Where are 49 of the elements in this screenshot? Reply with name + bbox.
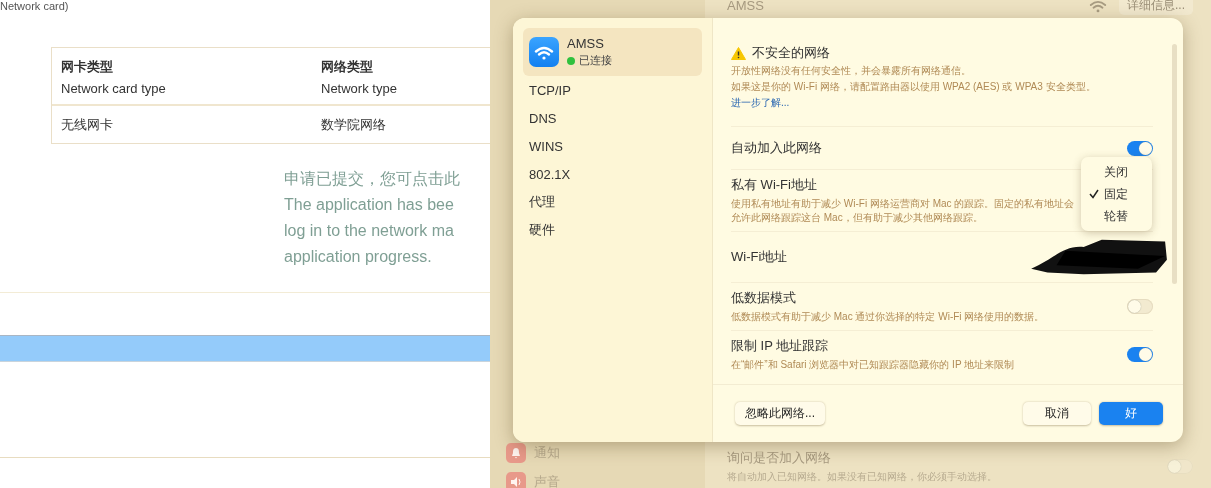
sidebar-tab[interactable]: 硬件 (523, 216, 702, 244)
wifi-icon (1089, 0, 1107, 13)
table-cell-text: 无线网卡 (61, 116, 114, 134)
network-name: AMSS (567, 36, 605, 51)
status-text: 已连接 (579, 53, 612, 68)
warning-text: 如果这是你的 Wi-Fi 网络，请配置路由器以使用 WPA2 (AES) 或 WPA3 安全类型。 (731, 80, 1096, 94)
sidebar-tab[interactable]: TCP/IP (523, 76, 702, 104)
cancel-button[interactable]: 取消 (1023, 402, 1091, 426)
toggle-switch[interactable] (1127, 140, 1153, 156)
network-item[interactable]: AMSS 已连接 (523, 28, 702, 76)
ignore-network-button[interactable]: 忽略此网络... (735, 402, 825, 426)
menu-option[interactable]: 轮替 (1081, 205, 1152, 227)
sidebar-tab[interactable]: DNS (523, 104, 702, 132)
toggle-switch[interactable] (1127, 299, 1153, 314)
sidebar-tab[interactable]: 代理 (523, 188, 702, 216)
toggle-switch[interactable] (1167, 459, 1193, 474)
message-line: application progress. (284, 247, 433, 267)
column-header: 网卡类型 (61, 58, 114, 76)
setting-title: Wi-Fi地址 (731, 248, 788, 266)
setting-description: 在“邮件”和 Safari 浏览器中对已知跟踪器隐藏你的 IP 地址来限制 (731, 358, 1015, 372)
message-line: log in to the network ma (284, 221, 455, 241)
column-header: Network type (321, 81, 398, 96)
sidebar-tab[interactable]: WINS (523, 132, 702, 160)
column-header: 网络类型 (321, 58, 374, 76)
setting-title: 限制 IP 地址跟踪 (731, 337, 829, 355)
setting-description: 使用私有地址有助于减少 Wi-Fi 网络运营商对 Mac 的跟踪。固定的私有地址会允许此网络跟踪这台 Mac，但有助于减少其他网络跟踪。 (731, 197, 1076, 225)
menu-option[interactable]: 关闭 (1081, 161, 1152, 183)
sidebar-tab[interactable]: 802.1X (523, 160, 702, 188)
learn-more-link[interactable]: 进一步了解... (731, 96, 790, 110)
toggle-switch[interactable] (1127, 347, 1153, 362)
bell-icon[interactable] (506, 442, 526, 463)
warning-icon (731, 46, 746, 60)
setting-title: 低数据模式 (731, 289, 796, 307)
message-line: The application has bee (284, 195, 455, 215)
warning-title: 不安全的网络 (752, 44, 830, 62)
table-cell-text: 数学院网络 (321, 116, 387, 134)
warning-text: 开放性网络没有任何安全性，并会暴露所有网络通信。 (731, 64, 971, 78)
message-line: 申请已提交，您可点击此 (284, 169, 460, 189)
network-name: AMSS (727, 0, 765, 13)
column-header: Network card type (61, 81, 167, 96)
speaker-icon[interactable] (506, 471, 526, 488)
ok-button[interactable]: 好 (1099, 402, 1163, 426)
setting-title: 自动加入此网络 (731, 139, 822, 157)
heading-text: Network card) (0, 0, 69, 12)
wifi-icon (529, 37, 559, 67)
setting-description: 低数据模式有助于减少 Mac 通过你选择的特定 Wi-Fi 网络使用的数据。 (731, 310, 1045, 324)
setting-title: 询问是否加入网络 (727, 449, 832, 467)
setting-title: 私有 Wi-Fi地址 (731, 176, 817, 194)
menu-option[interactable]: 固定 (1081, 183, 1152, 205)
